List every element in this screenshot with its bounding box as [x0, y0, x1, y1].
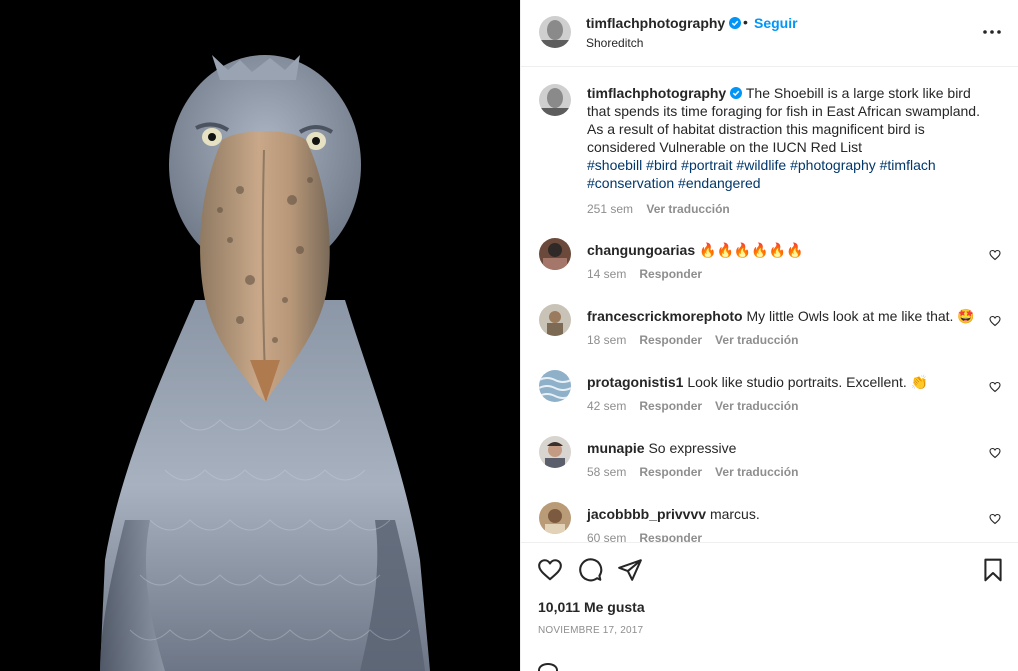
caption-age: 251 sem: [587, 202, 634, 216]
caption-hashtags[interactable]: #shoebill #bird #portrait #wildlife #pho…: [587, 157, 936, 191]
comment-meta: 60 sem Responder: [587, 531, 702, 542]
paper-plane-icon[interactable]: [617, 557, 643, 583]
commenter-username[interactable]: jacobbbb_privvvv: [587, 506, 706, 522]
comment-age: 42 sem: [587, 399, 627, 413]
caption-body: timflachphotography The Shoebill is a la…: [587, 84, 987, 218]
commenter-avatar[interactable]: [539, 370, 571, 402]
comment-like-heart-icon[interactable]: [989, 381, 1001, 393]
comment-meta: 14 sem Responder: [587, 267, 702, 281]
post-date: NOVIEMBRE 17, 2017: [538, 625, 644, 636]
comment-age: 14 sem: [587, 267, 627, 281]
like-count[interactable]: 10,011 Me gusta: [538, 599, 645, 615]
translate-link[interactable]: Ver traducción: [715, 465, 798, 479]
comment-text: Look like studio portraits. Excellent. 👏: [687, 374, 929, 390]
comment-meta: 58 sem Responder Ver traducción: [587, 465, 798, 479]
comment-text: My little Owls look at me like that. 🤩: [746, 308, 975, 324]
comment-row: changungoarias 🔥🔥🔥🔥🔥🔥 14 sem Responder: [539, 238, 1001, 288]
follow-button[interactable]: Seguir: [754, 15, 798, 31]
comment-row: jacobbbb_privvvv marcus. 60 sem Responder: [539, 502, 1001, 542]
comment-line: francescrickmorephoto My little Owls loo…: [587, 307, 975, 325]
comment-text: marcus.: [709, 506, 760, 522]
author-username[interactable]: timflachphotography: [586, 15, 742, 31]
commenter-username[interactable]: munapie: [587, 440, 645, 456]
verified-badge-icon: [730, 87, 743, 99]
instagram-post: timflachphotography • Seguir Shoreditch: [0, 0, 1018, 671]
comment-like-heart-icon[interactable]: [989, 513, 1001, 525]
location-link[interactable]: Shoreditch: [586, 36, 643, 50]
comment-age: 58 sem: [587, 465, 627, 479]
reply-button[interactable]: Responder: [639, 267, 702, 281]
translate-link[interactable]: Ver traducción: [715, 333, 798, 347]
comment-like-heart-icon[interactable]: [989, 249, 1001, 261]
author-avatar[interactable]: [539, 16, 571, 48]
comment-meta: 18 sem Responder Ver traducción: [587, 333, 798, 347]
author-username-text[interactable]: timflachphotography: [586, 15, 725, 31]
post-actions: 10,011 Me gusta NOVIEMBRE 17, 2017: [521, 542, 1018, 671]
commenter-username[interactable]: protagonistis1: [587, 374, 683, 390]
comment-row: protagonistis1 Look like studio portrait…: [539, 370, 1001, 420]
shoebill-photo: [0, 0, 520, 671]
commenter-avatar[interactable]: [539, 436, 571, 468]
comment-like-heart-icon[interactable]: [989, 447, 1001, 459]
commenter-avatar[interactable]: [539, 304, 571, 336]
post-header: timflachphotography • Seguir Shoreditch: [521, 0, 1018, 67]
comment-text: 🔥🔥🔥🔥🔥🔥: [699, 242, 804, 258]
reply-button[interactable]: Responder: [639, 333, 702, 347]
comment-row: munapie So expressive 58 sem Responder Ver…: [539, 436, 1001, 486]
commenter-username[interactable]: changungoarias: [587, 242, 695, 258]
reply-button[interactable]: Responder: [639, 399, 702, 413]
comment-line: munapie So expressive: [587, 439, 736, 457]
verified-badge-icon: [729, 17, 742, 29]
comment-icon[interactable]: [577, 557, 603, 583]
caption-avatar[interactable]: [539, 84, 571, 116]
comment-line: protagonistis1 Look like studio portrait…: [587, 373, 928, 391]
comment-age: 60 sem: [587, 531, 627, 542]
commenter-avatar[interactable]: [539, 238, 571, 270]
comment-line: jacobbbb_privvvv marcus.: [587, 505, 760, 523]
comment-age: 18 sem: [587, 333, 627, 347]
commenter-avatar[interactable]: [539, 502, 571, 534]
more-options-icon[interactable]: [980, 22, 1004, 42]
heart-icon[interactable]: [537, 557, 563, 583]
comment-like-heart-icon[interactable]: [989, 315, 1001, 327]
comment-line: changungoarias 🔥🔥🔥🔥🔥🔥: [587, 241, 804, 259]
caption-meta: 251 sem Ver traducción: [587, 200, 987, 218]
translate-link[interactable]: Ver traducción: [715, 399, 798, 413]
caption-username[interactable]: timflachphotography: [587, 85, 726, 101]
commenter-username[interactable]: francescrickmorephoto: [587, 308, 743, 324]
post-side-panel: timflachphotography • Seguir Shoreditch: [520, 0, 1018, 671]
comment-row: francescrickmorephoto My little Owls loo…: [539, 304, 1001, 354]
reply-button[interactable]: Responder: [639, 531, 702, 542]
header-separator: •: [743, 14, 748, 30]
caption-translate-link[interactable]: Ver traducción: [646, 202, 729, 216]
post-photo[interactable]: [0, 0, 520, 671]
comment-box-edge: [538, 663, 558, 671]
comment-meta: 42 sem Responder Ver traducción: [587, 399, 798, 413]
comments-list[interactable]: timflachphotography The Shoebill is a la…: [521, 68, 1018, 542]
reply-button[interactable]: Responder: [639, 465, 702, 479]
bookmark-icon[interactable]: [980, 557, 1006, 583]
comment-text: So expressive: [648, 440, 737, 456]
